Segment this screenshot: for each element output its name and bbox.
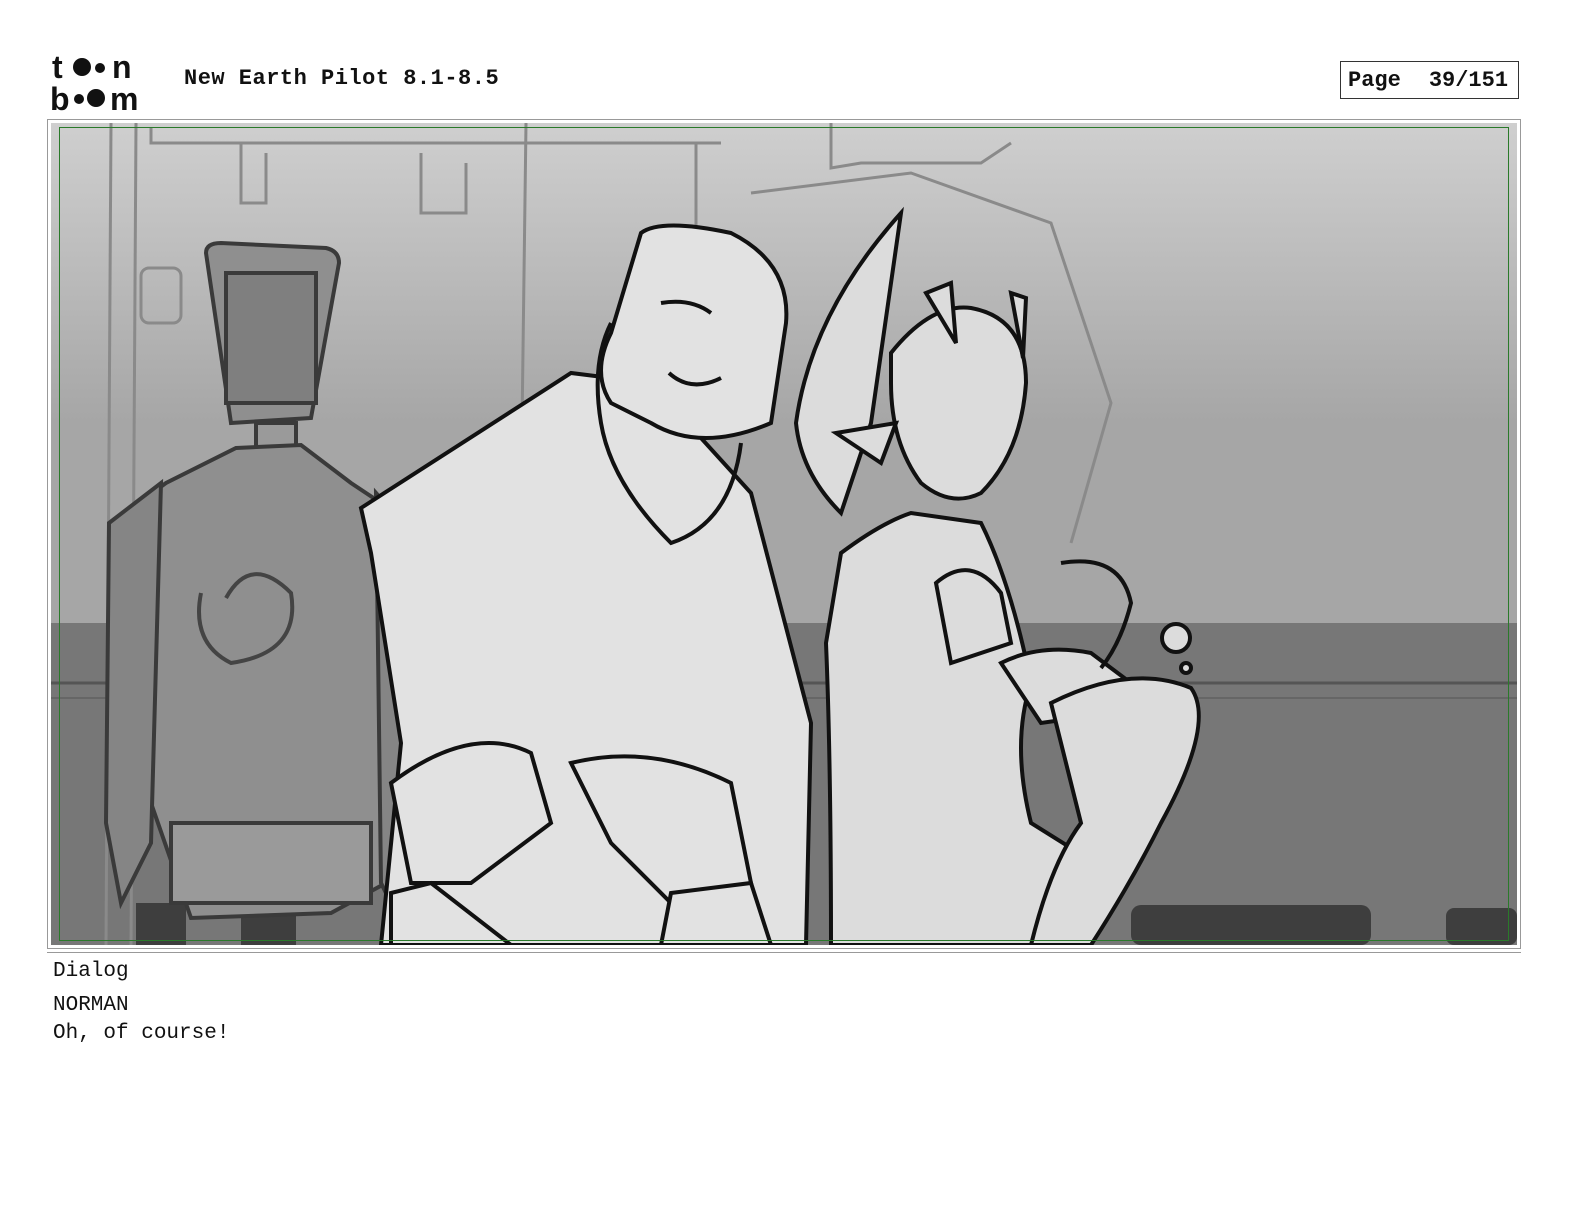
storyboard-sketch-image: [51, 123, 1517, 945]
document-title: New Earth Pilot 8.1-8.5: [184, 66, 500, 91]
svg-text:b: b: [50, 81, 70, 112]
page-indicator: Page 39/151: [1340, 61, 1519, 99]
svg-text:n: n: [112, 50, 132, 85]
panel-divider: [47, 952, 1521, 953]
dialog-speaker: NORMAN: [53, 994, 129, 1017]
toonboom-logo: t n b m: [50, 50, 138, 112]
svg-text:m: m: [110, 81, 138, 112]
dialog-line: Oh, of course!: [53, 1022, 230, 1045]
svg-text:t: t: [52, 50, 63, 85]
page-label: Page: [1348, 67, 1401, 93]
dialog-label: Dialog: [53, 960, 129, 983]
page-number: 39/151: [1428, 67, 1509, 93]
